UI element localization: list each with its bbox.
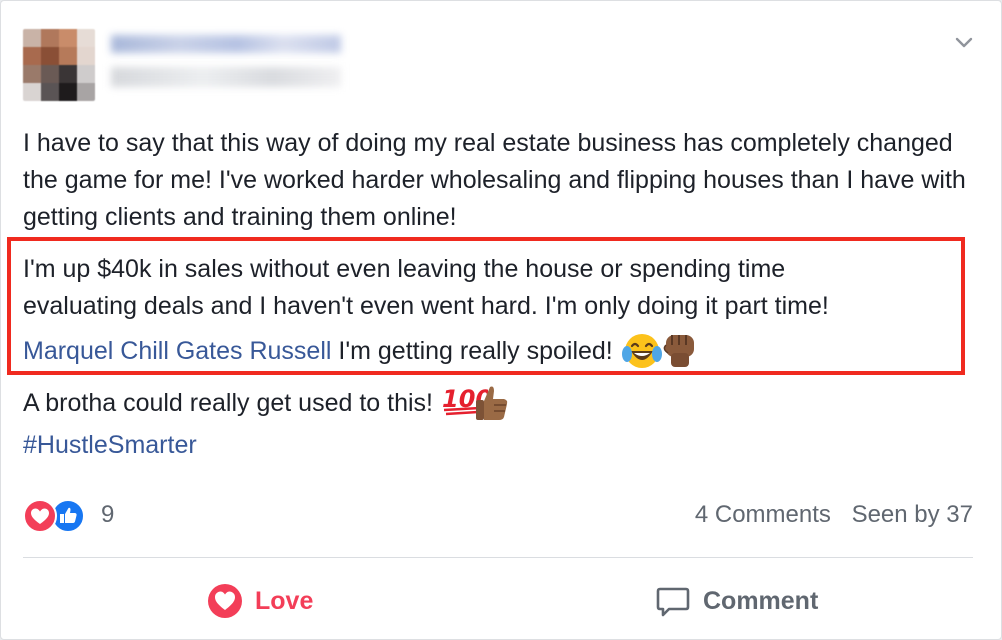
hashtag-link[interactable]: #HustleSmarter	[23, 427, 197, 464]
author-name[interactable]	[111, 35, 341, 53]
highlight-line-3-text: I'm getting really spoiled!	[331, 337, 620, 366]
divider	[23, 557, 973, 558]
post-paragraph-1: I have to say that this way of doing my …	[23, 125, 973, 236]
raised-fist-emoji-icon	[658, 327, 702, 382]
author-avatar[interactable]	[23, 29, 95, 101]
paragraph-text: I have to say that this way of doing my …	[23, 129, 966, 231]
highlight-line-2: evaluating deals and I haven't even went…	[23, 292, 829, 320]
love-button[interactable]: Love	[207, 579, 313, 623]
love-reaction-icon	[23, 499, 57, 533]
highlight-line-1: I'm up $40k in sales without even leavin…	[23, 255, 786, 283]
mention-link[interactable]: Marquel Chill Gates Russell	[23, 337, 331, 365]
comments-count-link[interactable]: 4 Comments	[695, 501, 831, 528]
love-icon	[208, 584, 242, 618]
reaction-count[interactable]: 9	[101, 501, 114, 529]
seen-by-link[interactable]: Seen by 37	[852, 501, 973, 528]
thumbs-up-emoji-icon	[470, 381, 514, 436]
paragraph-3-text: A brotha could really get used to this!	[23, 389, 440, 418]
post-paragraph-2: I'm up $40k in sales without even leavin…	[23, 251, 963, 380]
comment-icon	[656, 587, 690, 617]
post-paragraph-3: A brotha could really get used to this! …	[23, 377, 973, 432]
post-stats: 4 Comments Seen by 37	[681, 501, 973, 529]
love-button-label: Love	[255, 586, 314, 615]
comment-button-label: Comment	[703, 586, 819, 615]
comment-button[interactable]: Comment	[655, 579, 818, 623]
post-timestamp[interactable]	[111, 67, 341, 87]
chevron-down-icon[interactable]	[953, 31, 975, 53]
highlight-line-3: Marquel Chill Gates Russell I'm getting …	[23, 325, 963, 380]
post-card: I have to say that this way of doing my …	[0, 0, 1002, 640]
